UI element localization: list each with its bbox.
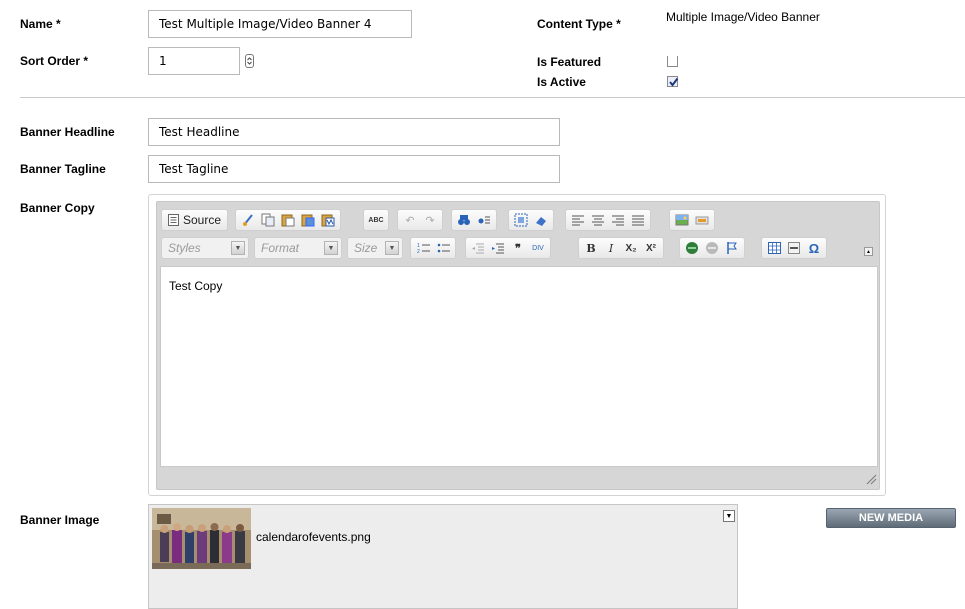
toolbar-group-select xyxy=(508,209,554,231)
cut-icon[interactable] xyxy=(240,212,256,228)
new-media-button[interactable]: NEW MEDIA xyxy=(826,508,956,528)
toolbar-group-lists: 12 xyxy=(410,237,456,259)
toolbar-group-align xyxy=(565,209,651,231)
toolbar-group-source: Source xyxy=(161,209,229,231)
size-dropdown-label: Size xyxy=(354,241,378,255)
copy-icon[interactable] xyxy=(260,212,276,228)
bulleted-list-icon[interactable] xyxy=(435,240,451,256)
size-dropdown[interactable]: Size ▼ xyxy=(347,237,403,259)
is-featured-checkbox[interactable] xyxy=(667,56,678,67)
numbered-list-icon[interactable]: 12 xyxy=(415,240,431,256)
italic-button[interactable]: I xyxy=(603,240,619,256)
toolbar-group-links xyxy=(679,237,745,259)
redo-icon[interactable]: ↷ xyxy=(422,212,438,228)
flash-icon[interactable] xyxy=(694,212,710,228)
sort-order-input[interactable]: 1 xyxy=(148,47,240,75)
toolbar-collapse-icon[interactable]: ▲ xyxy=(864,247,873,256)
subscript-button[interactable]: X₂ xyxy=(623,240,639,256)
chevron-down-icon: ▼ xyxy=(231,241,245,255)
align-justify-icon[interactable] xyxy=(630,212,646,228)
toolbar-group-media xyxy=(669,209,715,231)
replace-icon[interactable] xyxy=(476,212,492,228)
chevron-down-icon: ▼ xyxy=(324,241,338,255)
resize-handle-icon[interactable] xyxy=(866,474,877,488)
bold-button[interactable]: B xyxy=(583,240,599,256)
paste-word-icon[interactable] xyxy=(320,212,336,228)
link-icon[interactable] xyxy=(684,240,700,256)
toolbar-group-undo: ↶ ↷ xyxy=(397,209,443,231)
paste-icon[interactable] xyxy=(280,212,296,228)
chevron-down-icon[interactable]: ▼ xyxy=(723,510,735,522)
format-dropdown[interactable]: Format ▼ xyxy=(254,237,342,259)
banner-headline-input[interactable]: Test Headline xyxy=(148,118,560,146)
toolbar-group-indent: ❞ DIV xyxy=(465,237,551,259)
spellcheck-icon[interactable]: ABC xyxy=(368,212,384,228)
banner-image-selector[interactable]: calendarofevents.png ▼ xyxy=(148,504,738,609)
align-left-icon[interactable] xyxy=(570,212,586,228)
toolbar-group-insert: Ω xyxy=(761,237,827,259)
check-icon xyxy=(669,77,679,87)
editor-chrome: Source ABC ↶ ↷ Styles ▼ Format ▼ Size ▼ … xyxy=(156,201,880,490)
content-type-label: Content Type * xyxy=(537,17,621,31)
editor-content-area[interactable]: Test Copy xyxy=(160,266,878,467)
align-center-icon[interactable] xyxy=(590,212,606,228)
banner-tagline-label: Banner Tagline xyxy=(20,162,106,176)
photo-thumbnail-icon xyxy=(152,508,251,569)
source-label: Source xyxy=(183,213,222,227)
rich-text-editor: Source ABC ↶ ↷ Styles ▼ Format ▼ Size ▼ … xyxy=(148,194,886,496)
is-active-checkbox[interactable] xyxy=(667,76,679,87)
name-label: Name * xyxy=(20,17,61,31)
banner-image-thumbnail xyxy=(152,508,251,569)
svg-text:2: 2 xyxy=(417,249,420,254)
banner-image-filename: calendarofevents.png xyxy=(256,530,371,544)
is-active-label: Is Active xyxy=(537,75,586,89)
banner-headline-label: Banner Headline xyxy=(20,125,115,139)
document-icon xyxy=(168,214,179,226)
find-icon[interactable] xyxy=(456,212,472,228)
undo-icon[interactable]: ↶ xyxy=(402,212,418,228)
sort-order-stepper[interactable] xyxy=(245,54,254,68)
format-dropdown-label: Format xyxy=(261,241,300,255)
toolbar-group-find xyxy=(451,209,497,231)
stepper-arrows-icon xyxy=(247,57,252,65)
sort-order-label: Sort Order * xyxy=(20,54,89,68)
banner-tagline-input[interactable]: Test Tagline xyxy=(148,155,560,183)
superscript-button[interactable]: X² xyxy=(643,240,659,256)
toolbar-group-spellcheck: ABC xyxy=(363,209,389,231)
table-icon[interactable] xyxy=(766,240,782,256)
editor-content-text: Test Copy xyxy=(169,279,223,293)
align-right-icon[interactable] xyxy=(610,212,626,228)
select-all-icon[interactable] xyxy=(513,212,529,228)
toolbar-group-clipboard xyxy=(235,209,341,231)
anchor-flag-icon[interactable] xyxy=(724,240,740,256)
remove-format-icon[interactable] xyxy=(533,212,549,228)
toolbar-group-basic-styles: B I X₂ X² xyxy=(578,237,664,259)
source-button[interactable]: Source xyxy=(166,213,223,227)
section-divider xyxy=(20,97,965,98)
special-char-icon[interactable]: Ω xyxy=(806,240,822,256)
name-input[interactable]: Test Multiple Image/Video Banner 4 xyxy=(148,10,412,38)
horizontal-rule-icon[interactable] xyxy=(786,240,802,256)
image-icon[interactable] xyxy=(674,212,690,228)
banner-image-label: Banner Image xyxy=(20,513,100,527)
create-div-icon[interactable]: DIV xyxy=(530,240,546,256)
styles-dropdown[interactable]: Styles ▼ xyxy=(161,237,249,259)
banner-copy-label: Banner Copy xyxy=(20,201,95,215)
paste-text-icon[interactable] xyxy=(300,212,316,228)
chevron-down-icon: ▼ xyxy=(385,241,399,255)
is-featured-label: Is Featured xyxy=(537,55,602,69)
content-type-value: Multiple Image/Video Banner xyxy=(666,10,820,24)
indent-icon[interactable] xyxy=(490,240,506,256)
outdent-icon[interactable] xyxy=(470,240,486,256)
unlink-icon[interactable] xyxy=(704,240,720,256)
styles-dropdown-label: Styles xyxy=(168,241,201,255)
blockquote-icon[interactable]: ❞ xyxy=(510,240,526,256)
